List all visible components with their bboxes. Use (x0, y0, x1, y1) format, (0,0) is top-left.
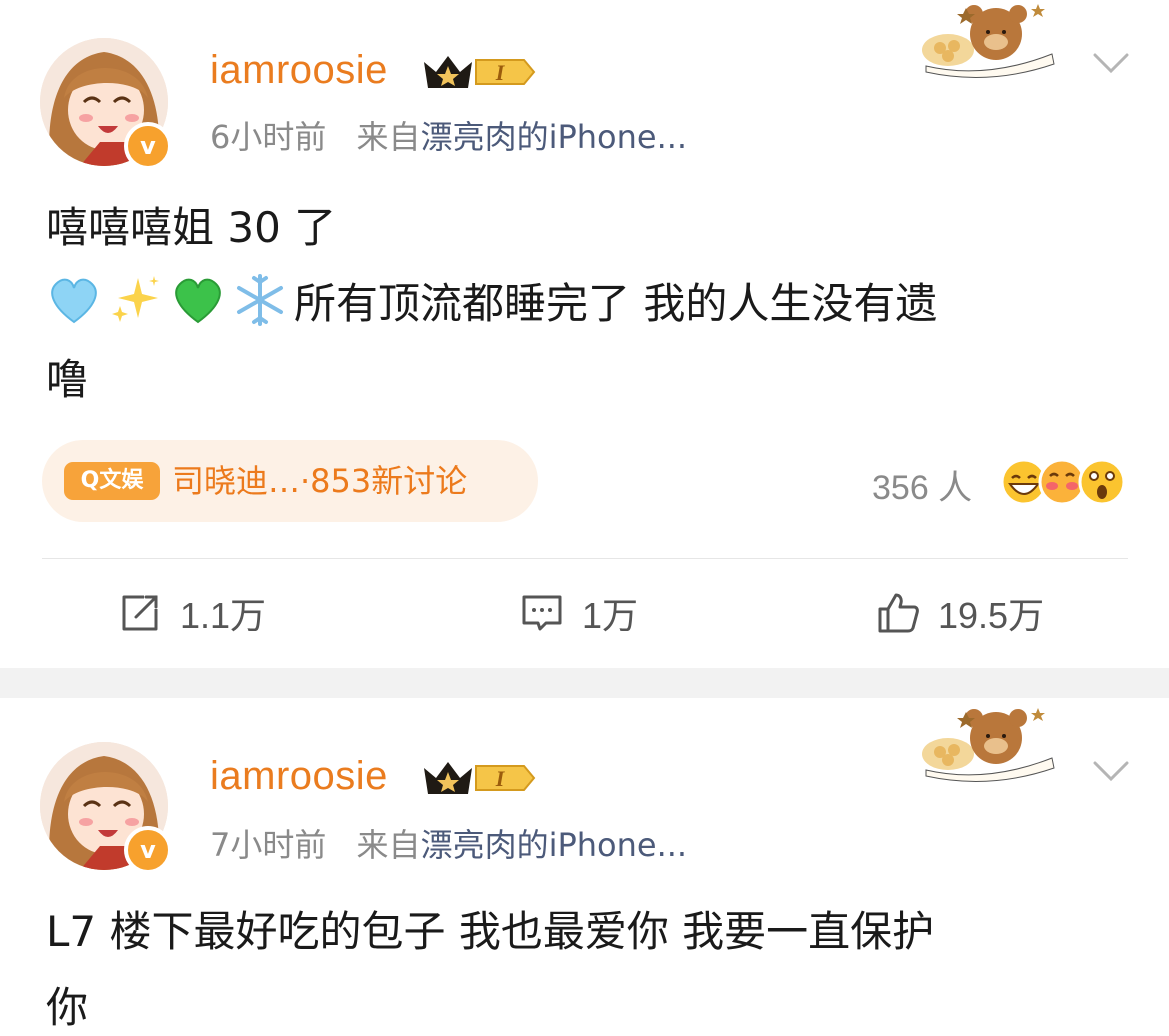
post-time: 7小时前 (210, 826, 327, 864)
surprised-face-icon (1078, 458, 1126, 506)
svg-text:I: I (495, 60, 506, 85)
post-source[interactable]: 漂亮肉的iPhone... (421, 826, 688, 864)
repost-count: 1.1万 (180, 595, 267, 636)
reaction-emojis[interactable] (998, 456, 1128, 508)
divider (42, 558, 1128, 559)
comment-count: 1万 (582, 595, 639, 636)
bear-sticker-decoration (922, 708, 1055, 782)
bear-sticker-decoration (922, 4, 1055, 78)
reaction-count[interactable]: 356 人 (872, 460, 972, 509)
verified-badge-icon: v (124, 826, 172, 874)
green-heart-icon (175, 278, 221, 324)
post-text: L7 楼下最好吃的包子 我也最爱你 我要一直保护 你 (46, 894, 1126, 1036)
post-meta: 7小时前 来自漂亮肉的iPhone... (210, 820, 687, 866)
blushing-face-icon (1038, 458, 1086, 506)
post-text-line-2: 所有顶流都睡完了 我的人生没有遗 (294, 279, 938, 328)
avatar[interactable]: v (40, 742, 172, 874)
vip-crown-badge-icon[interactable]: I (420, 50, 538, 94)
chevron-down-icon[interactable] (1093, 52, 1129, 74)
post-text-line: L7 楼下最好吃的包子 我也最爱你 我要一直保护 (46, 907, 935, 956)
comment-icon (522, 595, 562, 631)
comment-button[interactable]: 1万 (520, 586, 638, 640)
username[interactable]: iamroosie (210, 754, 388, 799)
post-source[interactable]: 漂亮肉的iPhone... (421, 118, 688, 156)
username[interactable]: iamroosie (210, 48, 388, 93)
post-text-line: 所有顶流都睡完了 我的人生没有遗 (46, 266, 1126, 342)
post-text-line: 嘻嘻嘻姐 30 了 (46, 203, 337, 252)
verified-badge-icon: v (124, 122, 172, 170)
post-meta: 6小时前 来自漂亮肉的iPhone... (210, 112, 687, 158)
like-count: 19.5万 (938, 595, 1045, 636)
weibo-post-1: v iamroosie I 6小时前 来自漂亮肉的iPhone... 嘻嘻嘻姐 … (0, 0, 1169, 668)
thumbs-up-icon (878, 593, 919, 633)
topic-link[interactable]: Q文娱 司晓迪…·853新讨论 (42, 440, 538, 522)
post-text: 嘻嘻嘻姐 30 了 所有顶流都睡完了 我的人生没有遗 噜 (46, 190, 1126, 418)
svg-text:I: I (495, 766, 506, 791)
snowflake-icon (237, 274, 283, 326)
post-text-line: 你 (46, 983, 89, 1032)
repost-icon (122, 595, 158, 631)
like-button[interactable]: 19.5万 (876, 586, 1044, 640)
weibo-post-2: v iamroosie I 7小时前 来自漂亮肉的iPhone... L7 楼下… (0, 698, 1169, 1036)
source-prefix: 来自 (356, 826, 421, 864)
sparkles-icon (112, 276, 159, 322)
repost-button[interactable]: 1.1万 (118, 586, 266, 640)
post-separator (0, 668, 1169, 698)
avatar[interactable]: v (40, 38, 172, 170)
topic-tag: Q文娱 (64, 462, 160, 500)
topic-text: 司晓迪…·853新讨论 (172, 462, 468, 500)
vip-crown-badge-icon[interactable]: I (420, 756, 538, 800)
post-text-line: 噜 (46, 355, 89, 404)
post-time: 6小时前 (210, 118, 327, 156)
source-prefix: 来自 (356, 118, 421, 156)
light-blue-heart-icon (51, 278, 97, 324)
chevron-down-icon[interactable] (1093, 760, 1129, 782)
